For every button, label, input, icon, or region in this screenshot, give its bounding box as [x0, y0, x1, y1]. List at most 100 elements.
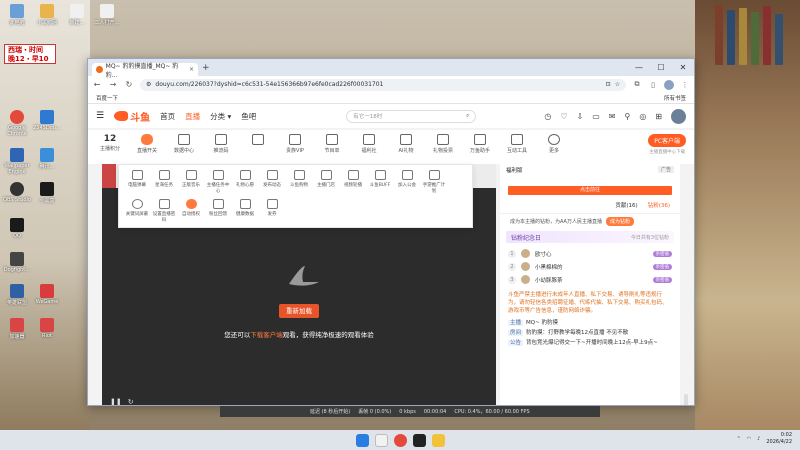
- menu-kebab-icon[interactable]: ⋮: [680, 81, 690, 89]
- extensions-icon[interactable]: ⧉: [632, 80, 642, 89]
- wifi-icon[interactable]: ◠: [747, 436, 751, 442]
- list-item[interactable]: 1 欧寸心 亲密值: [508, 247, 672, 260]
- dropdown-item[interactable]: 关键词屏蔽: [125, 199, 149, 224]
- desktop-icon-app[interactable]: 腾讯…: [32, 148, 62, 170]
- pause-icon[interactable]: ❚❚: [110, 398, 122, 405]
- hamburger-menu-icon[interactable]: ☰: [96, 111, 104, 121]
- fan-day-more[interactable]: 今日共有3位钻粉: [631, 234, 669, 241]
- tab-diamond-fans[interactable]: 钻粉(36): [648, 201, 670, 209]
- start-windows-icon[interactable]: [355, 433, 369, 447]
- search-input[interactable]: 有它一18时 ⌕: [346, 109, 477, 123]
- dropdown-item[interactable]: 主播门店: [314, 170, 338, 195]
- dropdown-item[interactable]: 视频轮播: [341, 170, 365, 195]
- dropdown-item[interactable]: 健康数据: [233, 199, 257, 224]
- message-icon[interactable]: ▭: [592, 112, 600, 121]
- desktop-icon-riot[interactable]: Riot: [32, 318, 62, 339]
- dropdown-item[interactable]: 斗鱼购物: [287, 170, 311, 195]
- sidepanel-icon[interactable]: ▯: [648, 81, 658, 89]
- douyu-logo[interactable]: 斗鱼: [114, 109, 150, 124]
- dropdown-item[interactable]: 发券: [260, 199, 284, 224]
- dropdown-item[interactable]: 星海任务: [152, 170, 176, 195]
- shortcut-data-center[interactable]: 数据中心: [170, 134, 198, 154]
- dropdown-item[interactable]: 手游推广计划: [422, 170, 446, 195]
- install-app-icon[interactable]: ⊡: [606, 81, 611, 88]
- dropdown-item[interactable]: 礼物心愿: [233, 170, 257, 195]
- page-scrollbar[interactable]: [684, 394, 688, 405]
- profile-avatar[interactable]: [664, 79, 674, 90]
- desktop-icon-file[interactable]: 二人打开…: [92, 4, 122, 26]
- location-icon[interactable]: ⚲: [624, 112, 630, 121]
- new-tab-button[interactable]: +: [202, 63, 210, 73]
- minimize-button[interactable]: —: [628, 59, 650, 76]
- desktop-icon-obs[interactable]: OBS Studio: [2, 182, 32, 203]
- back-arrow-icon[interactable]: ←: [92, 80, 102, 89]
- nav-yuba[interactable]: 鱼吧: [241, 111, 256, 122]
- notification-icon[interactable]: ✉: [609, 112, 616, 121]
- reload-video-button[interactable]: 重新加载: [279, 304, 319, 318]
- pc-client-download[interactable]: PC客户端 主播直播中心下载: [648, 134, 686, 155]
- chevron-up-icon[interactable]: ⌃: [737, 436, 741, 442]
- dropdown-item[interactable]: 加入公会: [395, 170, 419, 195]
- follow-heart-icon[interactable]: ♡: [560, 112, 567, 121]
- bookmark-baidu[interactable]: 百度一下: [96, 94, 118, 102]
- dropdown-item[interactable]: 斗鱼BUFF: [368, 170, 392, 195]
- close-window-button[interactable]: ✕: [672, 59, 694, 76]
- shortcut-assistant[interactable]: 万鱼助手: [466, 134, 494, 154]
- gift-icon[interactable]: ⊞: [655, 112, 662, 121]
- desktop-icon-this-pc[interactable]: 此电脑: [2, 4, 32, 26]
- bookmark-star-icon[interactable]: ☆: [615, 81, 620, 88]
- shortcut-more[interactable]: 更多: [540, 134, 568, 154]
- all-bookmarks[interactable]: 所有书签: [664, 94, 686, 102]
- shortcut-welfare[interactable]: 福利社: [355, 134, 383, 154]
- dropdown-item[interactable]: 正版音乐: [179, 170, 203, 195]
- shortcut-live-toggle[interactable]: 直播开关: [133, 134, 161, 154]
- shortcut-ai-gift[interactable]: AI礼物: [392, 134, 420, 154]
- desktop-icon-wallpaper-engine[interactable]: Wallpaper Engine: [2, 148, 32, 175]
- desktop-icon-wegame[interactable]: WeGame: [32, 284, 62, 305]
- shortcut-schedule[interactable]: 节目单: [318, 134, 346, 154]
- chrome-taskbar-icon[interactable]: [393, 433, 407, 447]
- user-avatar[interactable]: [671, 108, 686, 124]
- download-client-link[interactable]: 下载客户端: [250, 331, 283, 339]
- maximize-button[interactable]: ☐: [650, 59, 672, 76]
- history-icon[interactable]: ◷: [544, 112, 551, 121]
- search-icon[interactable]: [374, 433, 388, 447]
- list-item[interactable]: 3 小幼豚豚茶 亲密值: [508, 273, 672, 286]
- shortcut-gift[interactable]: [244, 134, 272, 147]
- nav-category[interactable]: 分类 ▾: [210, 111, 231, 122]
- dropdown-item[interactable]: 主播任务中心: [206, 170, 230, 195]
- tab-contribution[interactable]: 贡献(16): [615, 201, 637, 209]
- list-item[interactable]: 2 小黑棉棉的 亲密值: [508, 260, 672, 273]
- shortcut-stream-key[interactable]: 推流码: [207, 134, 235, 154]
- shortcut-points[interactable]: 12 主播积分: [96, 134, 124, 152]
- refresh-icon[interactable]: ↻: [128, 398, 134, 405]
- shortcut-gift-vote[interactable]: 礼物投票: [429, 134, 457, 154]
- desktop-icon-accelerator[interactable]: 加速器: [2, 318, 32, 340]
- dropdown-item[interactable]: 发布动态: [260, 170, 284, 195]
- nav-home[interactable]: 首页: [160, 111, 175, 122]
- browser-tab-active[interactable]: MQ~ 豹豹摸直播_MQ~ 豹豹… ×: [92, 63, 198, 79]
- dropdown-item[interactable]: 电脑弹幕: [125, 170, 149, 195]
- volume-icon[interactable]: ♪: [757, 436, 760, 442]
- shortcut-interactive-tools[interactable]: 互动工具: [503, 134, 531, 154]
- desktop-icon-app[interactable]: 小黑盒: [32, 182, 62, 204]
- taskbar-clock[interactable]: 0:02 2026/4/22: [766, 432, 792, 446]
- desktop-icon-chrome[interactable]: Google Chrome: [2, 110, 32, 137]
- desktop-icon-app[interactable]: 小黑鹅网: [32, 4, 62, 26]
- obs-taskbar-icon[interactable]: [412, 433, 426, 447]
- search-icon[interactable]: ⌕: [466, 113, 469, 120]
- banner-goto-button[interactable]: 点击前往: [508, 186, 672, 195]
- become-fan-button[interactable]: 成为钻粉: [605, 217, 634, 226]
- desktop-icon-app[interactable]: Dogfight…: [2, 252, 32, 273]
- desktop-icon-app[interactable]: 2345Dou…: [32, 110, 62, 131]
- forward-arrow-icon[interactable]: →: [108, 80, 118, 89]
- tab-close-icon[interactable]: ×: [189, 66, 194, 73]
- desktop-icon-file[interactable]: 新建…: [62, 4, 92, 26]
- desktop-icon-lol[interactable]: 英雄联盟: [2, 284, 32, 306]
- site-info-icon[interactable]: ⚙: [146, 81, 151, 88]
- desktop-icon-qq[interactable]: QQ: [2, 218, 32, 239]
- dropdown-item[interactable]: 设置直播密码: [152, 199, 176, 224]
- reload-icon[interactable]: ↻: [124, 80, 134, 89]
- dropdown-item[interactable]: 自动授权: [179, 199, 203, 224]
- shortcut-vip[interactable]: 贵族VIP: [281, 134, 309, 154]
